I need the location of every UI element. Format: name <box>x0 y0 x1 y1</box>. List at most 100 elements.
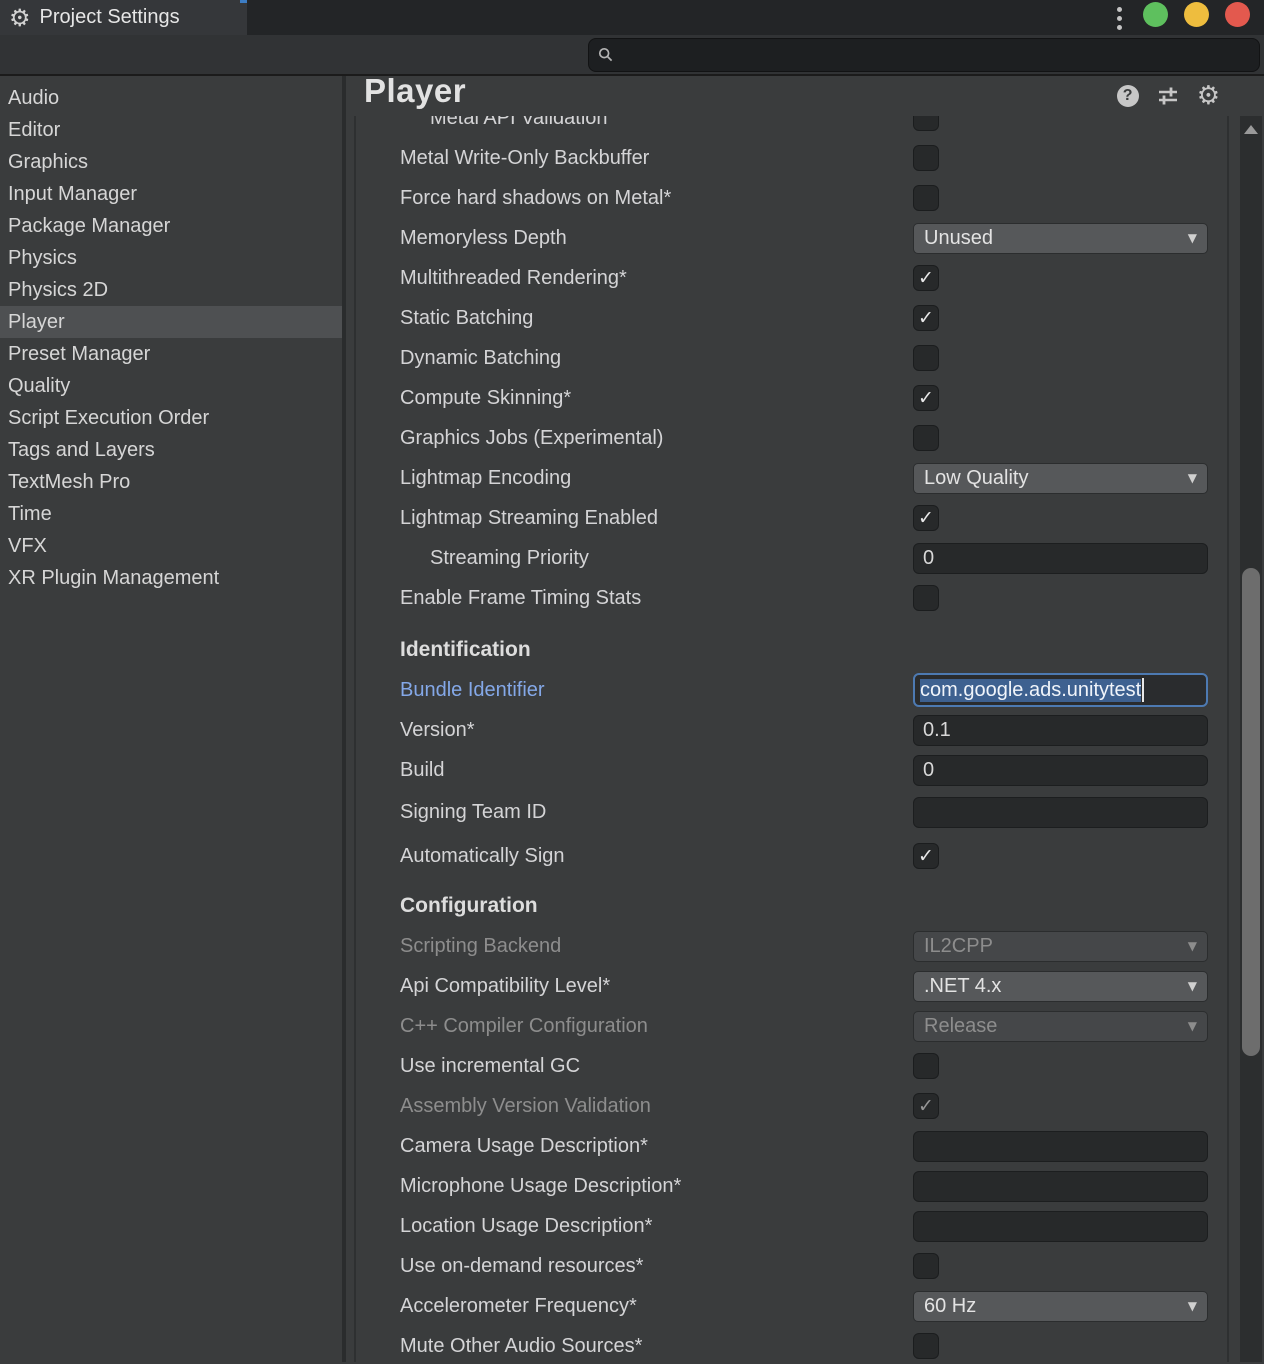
setting-label: Metal Write-Only Backbuffer <box>356 147 649 170</box>
settings-row-multithreaded-rendering: Multithreaded Rendering*✓ <box>356 258 1227 298</box>
setting-label: Scripting Backend <box>356 935 561 958</box>
text-field-bundle-identifier[interactable]: com.google.ads.unitytest <box>913 673 1208 707</box>
setting-control: 0.1 <box>913 715 1208 746</box>
sidebar-item-physics-2d[interactable]: Physics 2D <box>0 274 342 306</box>
dropdown-value: IL2CPP <box>924 935 1188 958</box>
text-field-signing-team-id[interactable] <box>913 797 1208 828</box>
text-field-version[interactable]: 0.1 <box>913 715 1208 746</box>
scrollbar-thumb[interactable] <box>1242 568 1260 1056</box>
setting-label: Static Batching <box>356 307 533 330</box>
checkbox-mute-other-audio-sources[interactable] <box>913 1333 939 1359</box>
kebab-menu-icon[interactable] <box>1112 4 1126 32</box>
text-field-location-usage-description[interactable] <box>913 1211 1208 1242</box>
scroll-up-arrow-icon[interactable] <box>1244 125 1258 134</box>
field-value: 0 <box>923 759 934 782</box>
settings-row-lightmap-encoding: Lightmap EncodingLow Quality▼ <box>356 458 1227 498</box>
sidebar-item-input-manager[interactable]: Input Manager <box>0 178 342 210</box>
sidebar-item-editor[interactable]: Editor <box>0 114 342 146</box>
text-caret <box>1142 678 1144 702</box>
checkbox-lightmap-streaming-enabled[interactable]: ✓ <box>913 505 939 531</box>
checkmark-icon: ✓ <box>918 309 934 328</box>
settings-row-force-hard-shadows-on-metal: Force hard shadows on Metal* <box>356 178 1227 218</box>
panel-header: Player ? ⚙ <box>346 76 1264 116</box>
sidebar-item-time[interactable]: Time <box>0 498 342 530</box>
setting-control <box>913 185 1208 211</box>
sidebar-item-player[interactable]: Player <box>0 306 342 338</box>
setting-label: Automatically Sign <box>356 845 565 868</box>
dropdown-api-compatibility-level[interactable]: .NET 4.x▼ <box>913 971 1208 1002</box>
settings-row-lightmap-streaming-enabled: Lightmap Streaming Enabled✓ <box>356 498 1227 538</box>
sidebar-item-package-manager[interactable]: Package Manager <box>0 210 342 242</box>
checkmark-icon: ✓ <box>918 1097 934 1116</box>
dropdown-lightmap-encoding[interactable]: Low Quality▼ <box>913 463 1208 494</box>
vertical-scrollbar[interactable] <box>1240 116 1262 1362</box>
checkbox-compute-skinning[interactable]: ✓ <box>913 385 939 411</box>
checkbox-enable-frame-timing-stats[interactable] <box>913 585 939 611</box>
clipped-row: Metal API Validation <box>356 116 1227 138</box>
setting-label: Force hard shadows on Metal* <box>356 187 671 210</box>
red-light[interactable] <box>1225 2 1250 27</box>
dropdown-value: .NET 4.x <box>924 975 1188 998</box>
setting-label: Api Compatibility Level* <box>356 975 610 998</box>
setting-control: 0 <box>913 543 1208 574</box>
sidebar-item-vfx[interactable]: VFX <box>0 530 342 562</box>
dropdown-arrow-icon: ▼ <box>1188 939 1197 953</box>
help-icon[interactable]: ? <box>1117 85 1139 107</box>
settings-row-bundle-identifier: Bundle Identifiercom.google.ads.unitytes… <box>356 670 1227 710</box>
setting-label: Graphics Jobs (Experimental) <box>356 427 663 450</box>
setting-label: Mute Other Audio Sources* <box>356 1335 642 1358</box>
sidebar-item-tags-and-layers[interactable]: Tags and Layers <box>0 434 342 466</box>
yellow-light[interactable] <box>1184 2 1209 27</box>
field-value: 0.1 <box>923 719 951 742</box>
sidebar-item-preset-manager[interactable]: Preset Manager <box>0 338 342 370</box>
sidebar-item-textmesh-pro[interactable]: TextMesh Pro <box>0 466 342 498</box>
setting-label: Streaming Priority <box>356 547 589 570</box>
dropdown-memoryless-depth[interactable]: Unused▼ <box>913 223 1208 254</box>
search-input[interactable] <box>588 38 1260 72</box>
section-header-configuration: Configuration <box>356 886 1227 926</box>
settings-row-enable-frame-timing-stats: Enable Frame Timing Stats <box>356 578 1227 618</box>
checkbox-use-on-demand-resources[interactable] <box>913 1253 939 1279</box>
settings-row-version: Version*0.1 <box>356 710 1227 750</box>
settings-row-streaming-priority: Streaming Priority 0 <box>356 538 1227 578</box>
text-field-build[interactable]: 0 <box>913 755 1208 786</box>
checkbox-use-incremental-gc[interactable] <box>913 1053 939 1079</box>
sidebar-item-audio[interactable]: Audio <box>0 82 342 114</box>
titlebar: ⚙ Project Settings <box>0 0 1264 35</box>
checkbox-metal-write-only-backbuffer[interactable] <box>913 145 939 171</box>
panel-header-icons: ? ⚙ <box>1117 83 1220 109</box>
checkbox-static-batching[interactable]: ✓ <box>913 305 939 331</box>
checkbox-automatically-sign[interactable]: ✓ <box>913 843 939 869</box>
checkbox-metal-api-validation[interactable] <box>913 116 939 131</box>
sidebar-item-physics[interactable]: Physics <box>0 242 342 274</box>
text-field-streaming-priority[interactable]: 0 <box>913 543 1208 574</box>
settings-row-compute-skinning: Compute Skinning*✓ <box>356 378 1227 418</box>
setting-control: 0 <box>913 755 1208 786</box>
setting-control: Release▼ <box>913 1011 1208 1042</box>
section-header-identification: Identification <box>356 630 1227 670</box>
checkbox-force-hard-shadows-on-metal[interactable] <box>913 185 939 211</box>
tab-project-settings[interactable]: ⚙ Project Settings <box>0 0 247 35</box>
setting-label: Memoryless Depth <box>356 227 567 250</box>
dropdown-arrow-icon: ▼ <box>1188 1299 1197 1313</box>
setting-control <box>913 425 1208 451</box>
green-light[interactable] <box>1143 2 1168 27</box>
checkbox-graphics-jobs-experimental[interactable] <box>913 425 939 451</box>
sidebar-item-xr-plugin-management[interactable]: XR Plugin Management <box>0 562 342 594</box>
checkbox-multithreaded-rendering[interactable]: ✓ <box>913 265 939 291</box>
preset-sliders-icon[interactable] <box>1156 84 1180 108</box>
settings-row-api-compatibility-level: Api Compatibility Level* .NET 4.x▼ <box>356 966 1227 1006</box>
sidebar-item-quality[interactable]: Quality <box>0 370 342 402</box>
text-field-microphone-usage-description[interactable] <box>913 1171 1208 1202</box>
setting-label: Location Usage Description* <box>356 1215 652 1238</box>
panel-gear-icon[interactable]: ⚙ <box>1197 83 1220 109</box>
setting-control: Low Quality▼ <box>913 463 1208 494</box>
dropdown-accelerometer-frequency[interactable]: 60 Hz▼ <box>913 1291 1208 1322</box>
settings-row-scripting-backend: Scripting Backend IL2CPP▼ <box>356 926 1227 966</box>
text-field-camera-usage-description[interactable] <box>913 1131 1208 1162</box>
checkbox-dynamic-batching[interactable] <box>913 345 939 371</box>
setting-control <box>913 1333 1208 1359</box>
sidebar-item-graphics[interactable]: Graphics <box>0 146 342 178</box>
sidebar-item-script-execution-order[interactable]: Script Execution Order <box>0 402 342 434</box>
setting-label: Accelerometer Frequency* <box>356 1295 637 1318</box>
